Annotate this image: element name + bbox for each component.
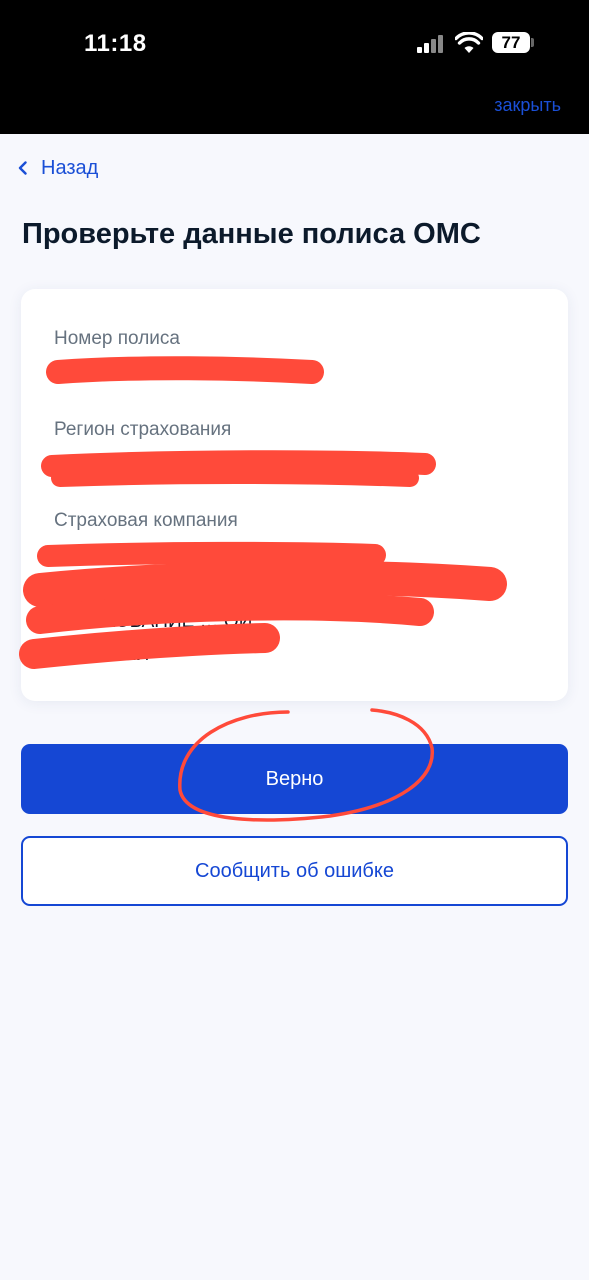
insurance-region-label: Регион страхования (54, 419, 232, 440)
wifi-icon (455, 32, 483, 53)
close-link[interactable]: закрыть (494, 95, 561, 116)
report-error-button[interactable]: Сообщить об ошибке (21, 836, 568, 906)
battery-tip (531, 38, 534, 47)
chevron-left-icon (18, 161, 27, 175)
policy-number-label: Номер полиса (54, 328, 180, 349)
back-link[interactable]: Назад (18, 154, 98, 182)
status-time: 11:18 (84, 30, 147, 57)
battery-icon: 77 (492, 32, 530, 53)
insurance-company-value-line2: БЛИКИ (86, 644, 150, 665)
page-title: Проверьте данные полиса ОМС (22, 218, 481, 250)
insurance-company-value-line1: СТРАХОВАНИЕ … ОЙ (54, 611, 253, 632)
cellular-signal-icon (417, 35, 447, 53)
back-label: Назад (41, 156, 99, 179)
insurance-company-label: Страховая компания (54, 510, 238, 531)
policy-number-value: 00037 (171, 362, 224, 383)
confirm-button[interactable]: Верно (21, 744, 568, 814)
policy-card: Номер полиса 00037 Регион страхования Ст… (21, 289, 568, 701)
status-bar: 11:18 77 закрыть (0, 0, 589, 134)
